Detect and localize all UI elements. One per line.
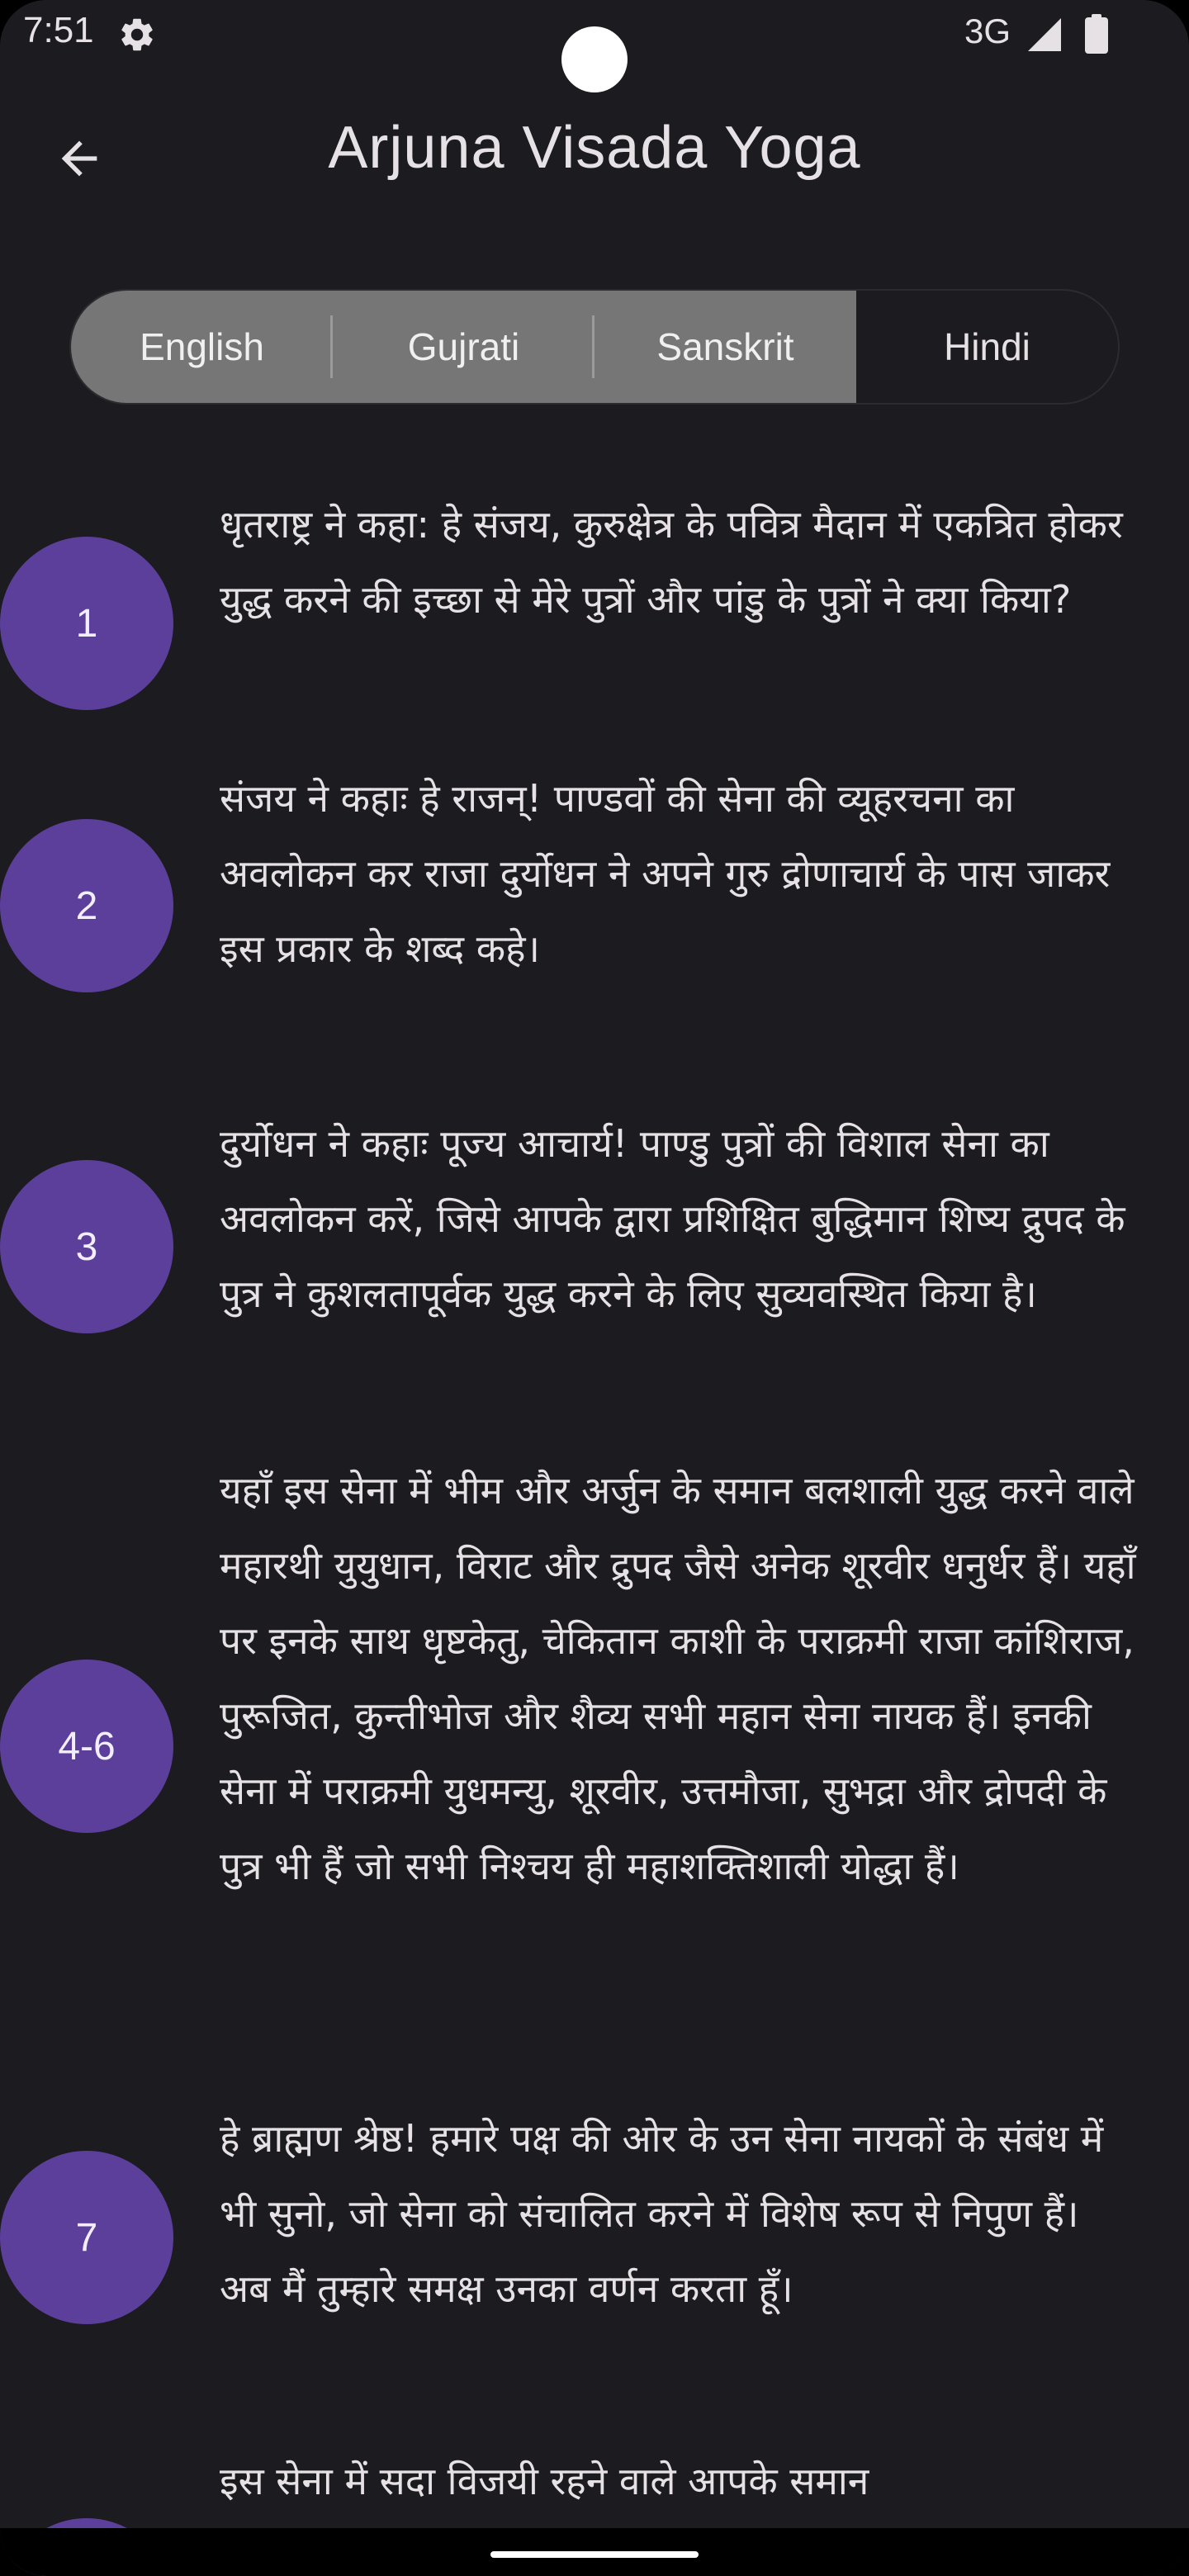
verse-number-badge[interactable]: 2 xyxy=(0,819,173,992)
app-screen: 7:51 3G Arjuna Visada Yoga English Gujra… xyxy=(0,0,1189,2576)
camera-cutout xyxy=(561,26,628,92)
verse-text: हे ब्राह्मण श्रेष्ठ! हमारे पक्ष की ओर के… xyxy=(220,2116,1104,2311)
verse-text: धृतराष्ट्र ने कहा: हे संजय, कुरुक्षेत्र … xyxy=(220,502,1123,622)
language-selector: English Gujrati Sanskrit Hindi xyxy=(69,289,1120,405)
gesture-navigation-bar xyxy=(0,2528,1189,2576)
network-type: 3G xyxy=(964,12,1011,50)
battery-icon xyxy=(1085,14,1108,54)
verse-number-badge[interactable]: 1 xyxy=(0,537,173,710)
app-bar: Arjuna Visada Yoga xyxy=(0,91,1189,206)
verse-text: यहाँ इस सेना में भीम और अर्जुन के समान ब… xyxy=(220,1468,1136,1888)
verse-number-badge[interactable]: 4-6 xyxy=(0,1660,173,1833)
verse-text: इस सेना में सदा विजयी रहने वाले आपके समा… xyxy=(220,2459,869,2503)
language-tab-hindi[interactable]: Hindi xyxy=(856,291,1118,403)
language-tab-sanskrit[interactable]: Sanskrit xyxy=(594,291,856,403)
status-time: 7:51 xyxy=(23,10,94,50)
verse-number-badge[interactable]: 7 xyxy=(0,2151,173,2324)
home-gesture-handle[interactable] xyxy=(490,2551,699,2558)
verse-text: दुर्योधन ने कहाः पूज्य आचार्य! पाण्डु पु… xyxy=(220,1121,1125,1316)
language-tab-gujrati[interactable]: Gujrati xyxy=(333,291,594,403)
verse-number-badge[interactable]: 3 xyxy=(0,1160,173,1333)
signal-icon xyxy=(1028,18,1061,51)
status-bar: 7:51 3G xyxy=(0,0,1189,92)
language-tab-english[interactable]: English xyxy=(71,291,333,403)
page-title: Arjuna Visada Yoga xyxy=(328,115,861,181)
settings-gear-icon xyxy=(121,18,153,51)
verse-text: संजय ने कहाः हे राजन्! पाण्डवों की सेना … xyxy=(220,776,1111,971)
